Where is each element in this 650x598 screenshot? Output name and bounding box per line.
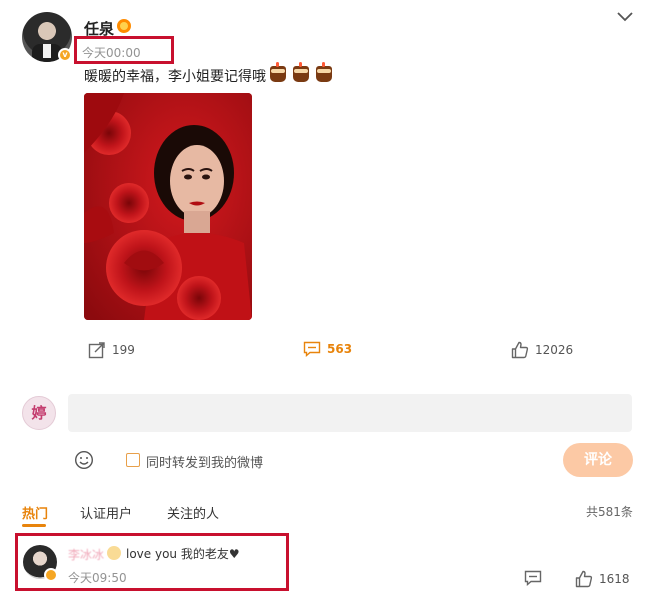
like-count: 12026: [535, 343, 574, 357]
cake-icon: [270, 62, 286, 82]
my-avatar[interactable]: 婷: [22, 396, 56, 430]
thumbs-up-icon: [511, 341, 529, 359]
post-image[interactable]: [84, 93, 252, 320]
emoji-icon[interactable]: [74, 450, 94, 470]
tab-verified-users[interactable]: 认证用户: [80, 503, 132, 522]
comment-count: 563: [327, 342, 353, 356]
member-rank-icon: [117, 19, 131, 33]
verified-badge-icon: v: [58, 48, 72, 62]
reply-button[interactable]: [524, 570, 542, 586]
post-text: 暖暖的幸福，李小姐要记得哦: [84, 69, 266, 85]
thumbs-up-icon: [575, 570, 593, 588]
comment-like-button[interactable]: 1618: [575, 570, 630, 588]
highlight-box-time: [74, 36, 174, 64]
like-button[interactable]: 12026: [511, 341, 573, 359]
comment-icon: [303, 341, 321, 357]
share-icon: [88, 342, 105, 359]
comment-button[interactable]: 563: [303, 341, 352, 357]
comment-input[interactable]: [68, 394, 632, 432]
active-tab-indicator: [22, 524, 46, 527]
tab-following[interactable]: 关注的人: [167, 503, 219, 522]
repost-checkbox[interactable]: [126, 453, 140, 467]
repost-label: 同时转发到我的微博: [146, 456, 264, 471]
comment-icon: [524, 570, 542, 586]
repost-button[interactable]: 199: [88, 341, 135, 359]
cake-icon: [316, 62, 332, 82]
total-comments: 共581条: [586, 505, 633, 519]
cake-icon: [293, 62, 309, 82]
comment-like-count: 1618: [599, 572, 630, 586]
repost-count: 199: [112, 343, 135, 357]
submit-comment-button[interactable]: 评论: [563, 443, 633, 477]
tab-hot[interactable]: 热门: [22, 503, 48, 522]
highlight-box-comment: [15, 533, 289, 591]
chevron-down-icon[interactable]: [614, 8, 636, 26]
